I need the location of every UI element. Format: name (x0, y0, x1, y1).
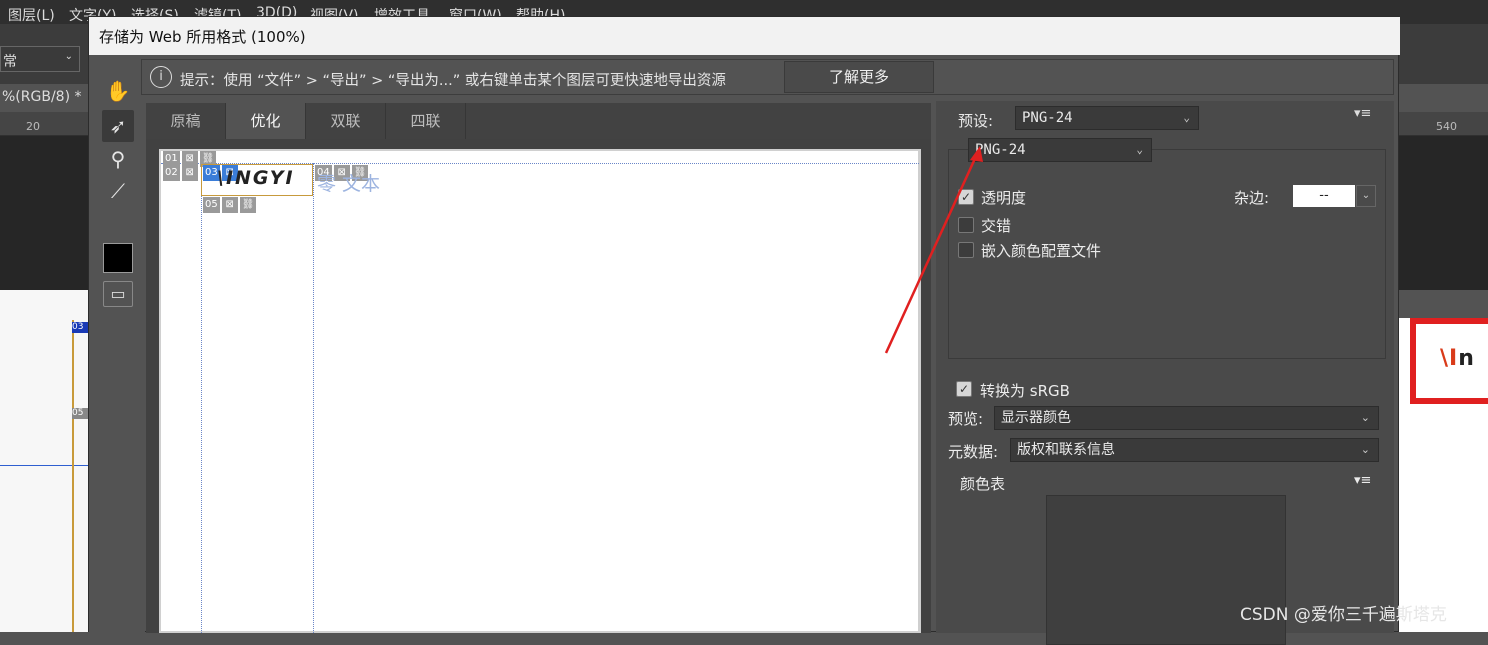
zoom-icon[interactable]: ⚲ (102, 143, 134, 175)
info-bar: i 提示：使用 “文件” > “导出” > “导出为...” 或右键单击某个图层… (141, 59, 1394, 95)
tab-4up[interactable]: 四联 (386, 103, 466, 139)
optimize-settings-panel: 预设: PNG-24 ⌄ ▾≡ PNG-24 ⌄ ✓ 透明度 杂边: -- ⌄ … (936, 101, 1394, 645)
matte-label: 杂边: (1234, 189, 1270, 207)
matte-color[interactable]: -- (1293, 185, 1355, 207)
logo-image: \In (1440, 346, 1475, 371)
preview-label: 预览: (948, 410, 984, 428)
eyedropper-color-swatch[interactable] (103, 243, 133, 273)
slice-guide (201, 163, 202, 633)
logo-image: \INGYI (217, 167, 295, 189)
document-canvas (0, 290, 90, 632)
embed-profile-label: 嵌入颜色配置文件 (981, 242, 1102, 260)
dialog-titlebar[interactable]: 存储为 Web 所用格式 (100%) (89, 17, 1400, 55)
menu-layer[interactable]: 图层(L) (8, 5, 55, 25)
panel-menu-icon[interactable]: ▾≡ (1354, 106, 1371, 121)
color-table-label: 颜色表 (960, 475, 1006, 493)
link-icon: ⛓ (239, 197, 257, 213)
image-slice-icon: ⊠ (221, 197, 238, 213)
panel-menu-icon[interactable]: ▾≡ (1354, 473, 1371, 488)
chevron-down-icon: ⌄ (1136, 143, 1143, 156)
preview-value: 显示器颜色 (1001, 410, 1071, 426)
chevron-down-icon: ⌄ (1360, 443, 1370, 456)
metadata-value: 版权和联系信息 (1017, 442, 1115, 458)
preset-value: PNG-24 (1022, 110, 1073, 126)
transparency-label: 透明度 (981, 189, 1027, 207)
chevron-down-icon: ⌄ (1183, 111, 1190, 124)
toggle-slices-icon[interactable]: ▭ (103, 281, 133, 307)
chevron-down-icon[interactable]: ⌄ (1356, 185, 1376, 207)
interlaced-label: 交错 (981, 217, 1012, 235)
slice-select-icon[interactable]: ➶ (102, 110, 134, 142)
chevron-down-icon: ⌄ (64, 51, 73, 62)
preview-area: 01 ⊠ ⛓ 02 ⊠ 03 ⊠ \INGYI 04 ⊠ ⛓ 零 文本 05 ⊠ ⛓ (146, 139, 931, 633)
preview-image[interactable]: 01 ⊠ ⛓ 02 ⊠ 03 ⊠ \INGYI 04 ⊠ ⛓ 零 文本 05 ⊠ ⛓ (159, 149, 921, 633)
tab-2up[interactable]: 双联 (306, 103, 386, 139)
ruler-tick: 20 (26, 120, 40, 133)
preview-text: 零 文本 (317, 173, 381, 195)
slice-02[interactable]: 02 ⊠ (163, 165, 198, 181)
ruler-tick: 540 (1436, 120, 1457, 133)
selection-edge (72, 320, 74, 632)
image-slice-icon: ⊠ (181, 165, 198, 181)
tab-original[interactable]: 原稿 (146, 103, 226, 139)
save-for-web-dialog: 存储为 Web 所用格式 (100%) ✋ ➶ ⚲ ⟋ ▭ i 提示：使用 “文… (88, 16, 1400, 645)
tool-column: ✋ ➶ ⚲ ⟋ ▭ (89, 55, 145, 633)
preset-label: 预设: (958, 112, 994, 130)
slice-number: 02 (163, 165, 180, 181)
preview-select[interactable]: 显示器颜色 ⌄ (994, 406, 1379, 430)
dialog-title: 存储为 Web 所用格式 (100%) (99, 28, 306, 46)
chevron-down-icon: ⌄ (1360, 411, 1370, 424)
convert-srgb-checkbox[interactable]: ✓ (956, 381, 972, 397)
slice-guide (313, 163, 314, 633)
format-select[interactable]: PNG-24 ⌄ (968, 138, 1152, 162)
format-value: PNG-24 (975, 142, 1026, 158)
preset-select[interactable]: PNG-24 ⌄ (1015, 106, 1199, 130)
interlaced-checkbox[interactable] (958, 217, 974, 233)
info-text: 提示：使用 “文件” > “导出” > “导出为...” 或右键单击某个图层可更… (180, 73, 726, 89)
embed-profile-checkbox[interactable] (958, 242, 974, 258)
mode-value: 常 (3, 54, 17, 70)
slice-05[interactable]: 05 ⊠ ⛓ (203, 197, 257, 213)
tab-optimized[interactable]: 优化 (226, 103, 306, 139)
guide-line (0, 465, 90, 466)
slice-number: 05 (203, 197, 220, 213)
hand-icon[interactable]: ✋ (102, 75, 134, 107)
document-tab[interactable]: %(RGB/8) * (0, 86, 90, 110)
learn-more-button[interactable]: 了解更多 (784, 61, 934, 93)
color-table-header: 颜色表 ▾≡ (948, 471, 1388, 493)
watermark: CSDN @爱你三千遍斯塔克 (1240, 605, 1447, 625)
convert-srgb-label: 转换为 sRGB (980, 382, 1070, 400)
mode-select[interactable]: 常 ⌄ (0, 46, 80, 72)
info-icon: i (150, 66, 172, 88)
transparency-checkbox[interactable]: ✓ (958, 189, 974, 205)
metadata-label: 元数据: (948, 443, 999, 461)
view-tabs: 原稿 优化 双联 四联 (146, 103, 931, 139)
metadata-select[interactable]: 版权和联系信息 ⌄ (1010, 438, 1379, 462)
eyedropper-icon[interactable]: ⟋ (102, 175, 134, 207)
